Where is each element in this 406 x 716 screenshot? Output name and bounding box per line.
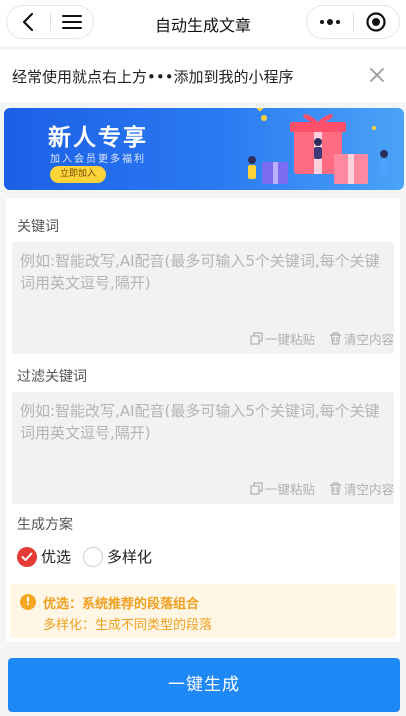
copy-icon	[250, 332, 263, 345]
check-icon	[21, 552, 33, 561]
generate-form: 关键词 例如:智能改写,AI配音(最多可输入5个关键词,每个关键词用英文逗号,隔…	[6, 198, 400, 642]
generate-button[interactable]: 一键生成	[8, 658, 400, 712]
scheme-option-diverse[interactable]: 多样化	[83, 546, 152, 567]
scheme-radio-group: 优选 多样化	[17, 546, 164, 567]
filter-paste-label: 一键粘贴	[264, 482, 315, 497]
more-dots-icon	[319, 19, 340, 25]
add-to-miniprogram-tip: 经常使用就点右上方•••添加到我的小程序	[0, 50, 406, 102]
banner-join-button[interactable]: 立即加入	[50, 166, 106, 183]
scheme-label: 生成方案	[17, 517, 73, 533]
filter-keywords-label: 过滤关键词	[17, 369, 87, 385]
target-circle-icon	[366, 12, 386, 32]
keywords-placeholder: 例如:智能改写,AI配音(最多可输入5个关键词,每个关键词用英文逗号,隔开)	[20, 252, 380, 292]
trash-icon	[329, 482, 341, 495]
banner-subtitle: 加入会员更多福利	[50, 154, 146, 165]
info-exclamation-icon: !	[20, 594, 36, 610]
banner-title: 新人专享	[48, 125, 148, 151]
filter-clear-label: 清空内容	[343, 482, 394, 497]
more-button[interactable]	[307, 6, 353, 38]
tip-text: 经常使用就点右上方•••添加到我的小程序	[12, 68, 294, 86]
close-icon	[370, 68, 384, 82]
notice-line-preferred: 优选：系统推荐的段落组合	[43, 597, 200, 612]
keywords-clear-label: 清空内容	[343, 332, 394, 347]
nav-right-capsule	[306, 5, 400, 39]
keywords-paste-button[interactable]: 一键粘贴	[250, 329, 315, 348]
exit-miniprogram-button[interactable]	[353, 6, 399, 38]
navigation-bar: 自动生成文章	[0, 0, 406, 46]
gift-illustration	[248, 108, 388, 184]
keywords-actions: 一键粘贴 清空内容	[236, 329, 394, 348]
copy-icon	[250, 482, 263, 495]
radio-unchecked-icon	[83, 546, 104, 567]
scheme-notice: ! 优选：系统推荐的段落组合 多样化：生成不同类型的段落	[10, 584, 396, 638]
notice-line-diverse: 多样化：生成不同类型的段落	[43, 618, 213, 633]
scheme-option-preferred-label: 优选	[41, 548, 72, 566]
trash-icon	[329, 332, 341, 345]
promo-banner[interactable]: 新人专享 加入会员更多福利 立即加入	[4, 108, 404, 190]
filter-keywords-placeholder: 例如:智能改写,AI配音(最多可输入5个关键词,每个关键词用英文逗号,隔开)	[20, 402, 380, 442]
radio-checked-icon	[17, 546, 37, 567]
keywords-label: 关键词	[17, 219, 59, 235]
keywords-textarea[interactable]: 例如:智能改写,AI配音(最多可输入5个关键词,每个关键词用英文逗号,隔开) 一…	[12, 242, 394, 354]
filter-keywords-actions: 一键粘贴 清空内容	[236, 479, 394, 498]
scheme-option-diverse-label: 多样化	[107, 548, 153, 566]
filter-keywords-textarea[interactable]: 例如:智能改写,AI配音(最多可输入5个关键词,每个关键词用英文逗号,隔开) 一…	[12, 392, 394, 504]
filter-clear-button[interactable]: 清空内容	[329, 479, 394, 498]
filter-paste-button[interactable]: 一键粘贴	[250, 479, 315, 498]
tip-close-button[interactable]	[366, 64, 388, 86]
keywords-clear-button[interactable]: 清空内容	[329, 329, 394, 348]
scheme-option-preferred[interactable]: 优选	[17, 546, 71, 567]
keywords-paste-label: 一键粘贴	[264, 332, 315, 347]
